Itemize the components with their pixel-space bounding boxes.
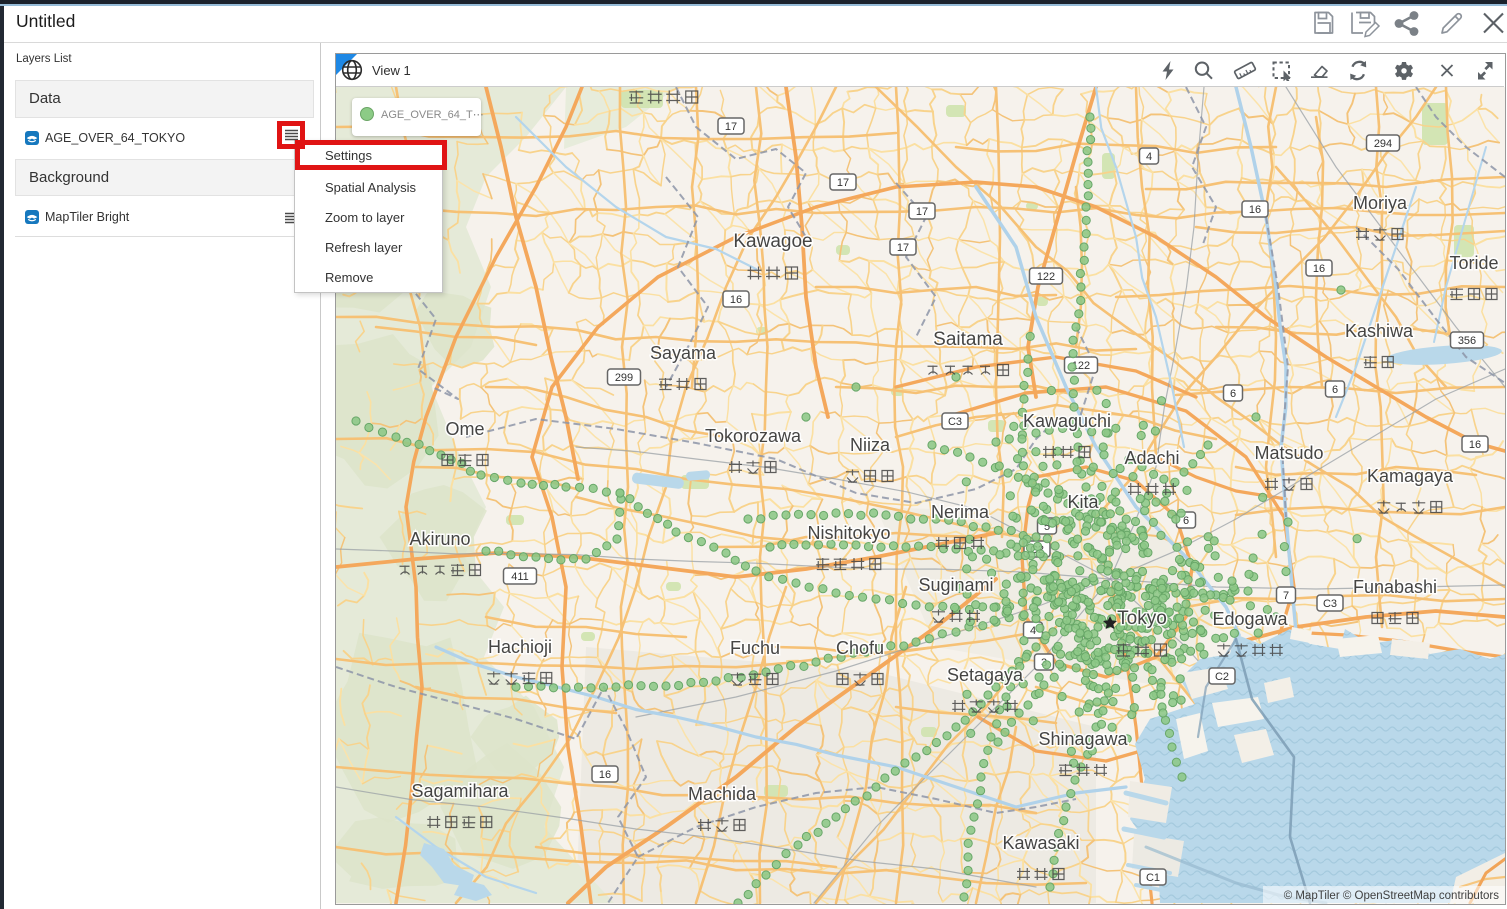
svg-text:4: 4 (1146, 151, 1152, 163)
svg-text:C1: C1 (1146, 872, 1160, 884)
svg-text:Akiruno: Akiruno (409, 529, 470, 549)
svg-text:294: 294 (1374, 138, 1392, 150)
svg-text:Fuchu: Fuchu (730, 638, 780, 658)
svg-text:Moriya: Moriya (1353, 193, 1408, 213)
svg-text:Machida: Machida (688, 784, 757, 804)
svg-text:16: 16 (1313, 263, 1325, 275)
svg-text:Tokorozawa: Tokorozawa (705, 426, 802, 446)
svg-text:Hachioji: Hachioji (488, 637, 552, 657)
svg-text:C3: C3 (948, 416, 962, 428)
svg-text:Sayama: Sayama (650, 343, 717, 363)
svg-text:Saitama: Saitama (933, 329, 1003, 350)
svg-text:17: 17 (897, 242, 909, 254)
svg-text:Kashiwa: Kashiwa (1345, 321, 1414, 341)
svg-text:Kawaguchi: Kawaguchi (1023, 411, 1111, 431)
svg-text:Funabashi: Funabashi (1353, 577, 1437, 597)
svg-text:Sagamihara: Sagamihara (411, 781, 509, 801)
svg-text:Nishitokyo: Nishitokyo (807, 523, 890, 543)
svg-text:Chofu: Chofu (836, 638, 884, 658)
svg-text:Kita: Kita (1067, 492, 1099, 512)
svg-text:Ome: Ome (445, 419, 484, 439)
svg-text:Kawasaki: Kawasaki (1002, 833, 1079, 853)
svg-text:Toride: Toride (1449, 253, 1498, 273)
svg-text:122: 122 (1037, 271, 1055, 283)
svg-text:C3: C3 (1323, 598, 1337, 610)
svg-text:Kamagaya: Kamagaya (1367, 466, 1454, 486)
svg-text:16: 16 (1249, 204, 1261, 216)
svg-text:6: 6 (1230, 388, 1236, 400)
svg-text:4: 4 (1030, 625, 1036, 637)
svg-text:© MapTiler © OpenStreetMap co: © MapTiler © OpenStreetMap contributors (1284, 890, 1500, 902)
svg-text:17: 17 (837, 177, 849, 189)
svg-text:6: 6 (1332, 384, 1338, 396)
svg-text:Niiza: Niiza (850, 435, 891, 455)
svg-text:Kawagoe: Kawagoe (733, 231, 812, 252)
svg-text:Shinagawa: Shinagawa (1038, 729, 1128, 749)
svg-text:299: 299 (615, 372, 633, 384)
svg-text:Edogawa: Edogawa (1212, 609, 1288, 629)
svg-text:17: 17 (916, 206, 928, 218)
svg-text:C2: C2 (1215, 671, 1229, 683)
svg-text:Adachi: Adachi (1124, 448, 1179, 468)
svg-text:Nerima: Nerima (931, 502, 990, 522)
svg-text:Setagaya: Setagaya (947, 665, 1024, 685)
svg-text:16: 16 (730, 294, 742, 306)
svg-text:Tokyo: Tokyo (1117, 608, 1167, 629)
svg-text:Matsudo: Matsudo (1254, 443, 1323, 463)
svg-text:356: 356 (1458, 335, 1476, 347)
svg-text:411: 411 (511, 571, 529, 583)
svg-text:16: 16 (599, 769, 611, 781)
svg-text:17: 17 (725, 121, 737, 133)
svg-text:Suginami: Suginami (918, 575, 993, 595)
svg-text:7: 7 (1283, 590, 1289, 602)
svg-text:16: 16 (1469, 439, 1481, 451)
